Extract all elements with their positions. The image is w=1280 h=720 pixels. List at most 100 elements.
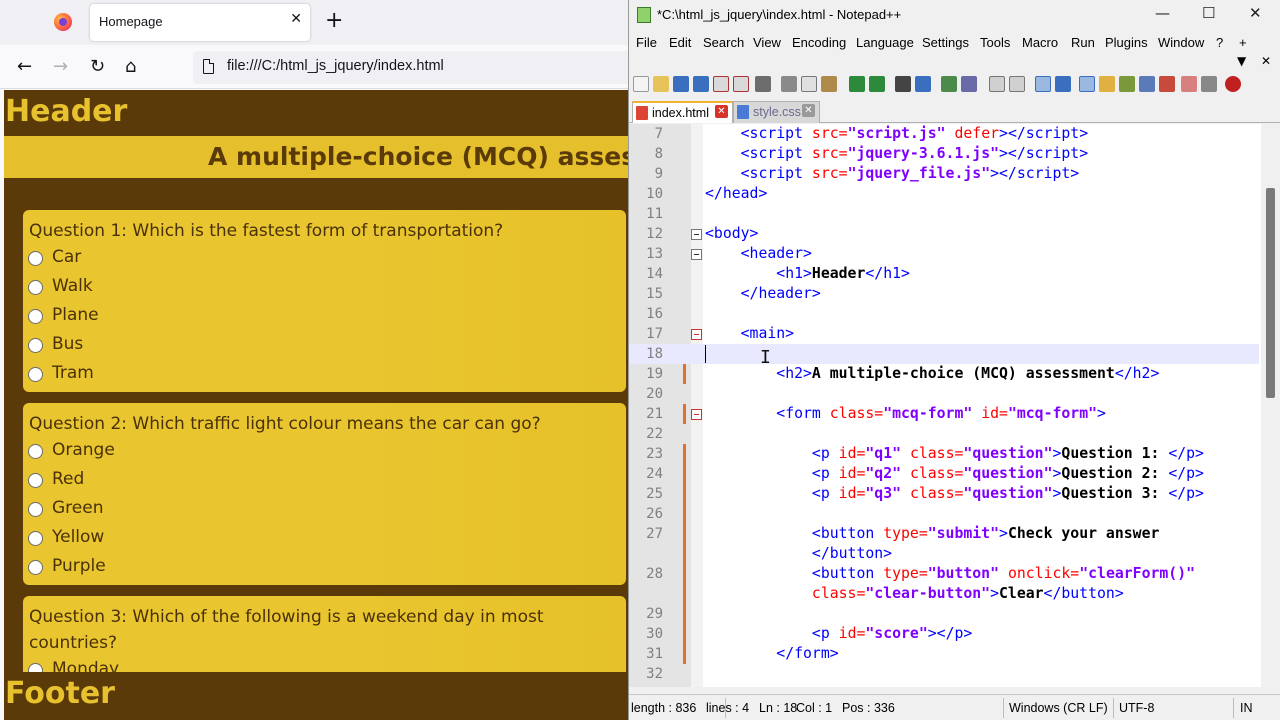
menu-window[interactable]: Window — [1158, 35, 1204, 50]
redo-icon[interactable] — [869, 76, 885, 92]
record-macro-icon[interactable] — [1225, 76, 1241, 92]
zoom-out-icon[interactable] — [961, 76, 977, 92]
menu-edit[interactable]: Edit — [669, 35, 691, 50]
fold-toggle-icon[interactable] — [691, 249, 702, 260]
option-label: Yellow — [52, 527, 105, 547]
radio-button[interactable] — [28, 531, 43, 546]
change-marker — [683, 444, 686, 464]
paste-icon[interactable] — [821, 76, 837, 92]
radio-button[interactable] — [28, 338, 43, 353]
print-icon[interactable] — [755, 76, 771, 92]
question-text: Question 1: Which is the fastest form of… — [29, 221, 504, 241]
menu-tools[interactable]: Tools — [980, 35, 1010, 50]
web-page-content: Header A multiple-choice (MCQ) assess Qu… — [4, 90, 628, 720]
sync-horizontal-icon[interactable] — [1009, 76, 1025, 92]
eye-icon[interactable] — [1201, 76, 1217, 92]
fold-toggle-icon[interactable] — [691, 329, 702, 340]
menu-file[interactable]: File — [636, 35, 657, 50]
reload-icon[interactable]: ↻ — [90, 56, 105, 78]
code-line: 27 <button type="submit">Check your answ… — [629, 524, 1259, 544]
radio-button[interactable] — [28, 367, 43, 382]
tab-style-css[interactable]: style.css ✕ — [733, 101, 820, 123]
radio-button[interactable] — [28, 251, 43, 266]
line-number: 22 — [646, 426, 663, 442]
menu-run[interactable]: Run — [1071, 35, 1095, 50]
close-tab-icon[interactable]: ✕ — [290, 11, 302, 27]
current-code-line: 18 — [629, 344, 1259, 364]
fold-toggle-icon[interactable] — [691, 409, 702, 420]
close-all-icon[interactable] — [733, 76, 749, 92]
line-number: 21 — [646, 406, 663, 422]
language-icon[interactable] — [1099, 76, 1115, 92]
close-file-icon[interactable] — [713, 76, 729, 92]
close-tab-icon[interactable]: ✕ — [715, 105, 728, 118]
url-text[interactable]: file:///C:/html_js_jquery/index.html — [227, 58, 444, 74]
address-bar[interactable]: file:///C:/html_js_jquery/index.html — [193, 51, 628, 84]
radio-button[interactable] — [28, 444, 43, 459]
tab-index-html[interactable]: index.html ✕ — [632, 101, 733, 123]
home-icon[interactable]: ⌂ — [125, 56, 136, 78]
replace-icon[interactable] — [915, 76, 931, 92]
option-label: Red — [52, 469, 85, 489]
code-line: 14 <h1>Header</h1> — [629, 264, 1259, 284]
cut-icon[interactable] — [781, 76, 797, 92]
back-arrow-icon[interactable]: ← — [17, 56, 32, 78]
radio-button[interactable] — [28, 473, 43, 488]
maximize-button[interactable]: ☐ — [1202, 4, 1215, 22]
save-all-icon[interactable] — [693, 76, 709, 92]
open-file-icon[interactable] — [653, 76, 669, 92]
show-all-characters-icon[interactable] — [1055, 76, 1071, 92]
line-number: 27 — [646, 526, 663, 542]
sync-vertical-icon[interactable] — [989, 76, 1005, 92]
close-document-icon[interactable]: ✕ — [1261, 54, 1271, 68]
find-icon[interactable] — [895, 76, 911, 92]
menu-settings[interactable]: Settings — [922, 35, 969, 50]
save-icon[interactable] — [673, 76, 689, 92]
option-label: Bus — [52, 334, 84, 354]
new-file-icon[interactable] — [633, 76, 649, 92]
radio-button[interactable] — [28, 502, 43, 517]
change-marker — [683, 624, 686, 644]
function-list-icon[interactable] — [1139, 76, 1155, 92]
code-line: 24 <p id="q2" class="question">Question … — [629, 464, 1259, 484]
code-line: 29 — [629, 604, 1259, 624]
radio-button[interactable] — [28, 280, 43, 295]
folder-workspace-icon[interactable] — [1159, 76, 1175, 92]
menu-language[interactable]: Language — [856, 35, 914, 50]
dropdown-arrow-icon[interactable]: ▼ — [1237, 54, 1246, 68]
copy-icon[interactable] — [801, 76, 817, 92]
code-line: 8 <script src="jquery-3.6.1.js"></script… — [629, 144, 1259, 164]
radio-button[interactable] — [28, 309, 43, 324]
code-line: </button> — [629, 544, 1259, 564]
zoom-in-icon[interactable] — [941, 76, 957, 92]
code-line: 15 </header> — [629, 284, 1259, 304]
menu-encoding[interactable]: Encoding — [792, 35, 846, 50]
vertical-scrollbar[interactable] — [1261, 124, 1280, 687]
code-text: <button type="button" onclick="clearForm… — [811, 565, 1196, 582]
minimize-button[interactable]: — — [1155, 4, 1170, 22]
indent-guide-icon[interactable] — [1079, 76, 1095, 92]
line-number: 29 — [646, 606, 663, 622]
forward-arrow-icon[interactable]: → — [53, 56, 68, 78]
undo-icon[interactable] — [849, 76, 865, 92]
scrollbar-thumb[interactable] — [1266, 188, 1275, 398]
code-editor[interactable]: 7 <script src="script.js" defer></script… — [629, 124, 1280, 687]
line-number: 16 — [646, 306, 663, 322]
word-wrap-icon[interactable] — [1035, 76, 1051, 92]
menu-search[interactable]: Search — [703, 35, 744, 50]
new-tab-button[interactable]: + — [325, 8, 343, 34]
fold-toggle-icon[interactable] — [691, 229, 702, 240]
monitoring-icon[interactable] — [1181, 76, 1197, 92]
option-label: Tram — [52, 363, 94, 383]
menu-macro[interactable]: Macro — [1022, 35, 1058, 50]
close-window-button[interactable]: ✕ — [1249, 4, 1262, 22]
browser-tab-strip: Homepage ✕ + — [0, 0, 628, 45]
menu-help[interactable]: ? — [1216, 35, 1223, 50]
menu-plugins[interactable]: Plugins — [1105, 35, 1148, 50]
radio-button[interactable] — [28, 560, 43, 575]
menu-plus[interactable]: + — [1239, 35, 1247, 50]
menu-view[interactable]: View — [753, 35, 781, 50]
browser-tab-homepage[interactable]: Homepage ✕ — [90, 4, 310, 41]
close-tab-icon[interactable]: ✕ — [802, 104, 815, 117]
document-map-icon[interactable] — [1119, 76, 1135, 92]
